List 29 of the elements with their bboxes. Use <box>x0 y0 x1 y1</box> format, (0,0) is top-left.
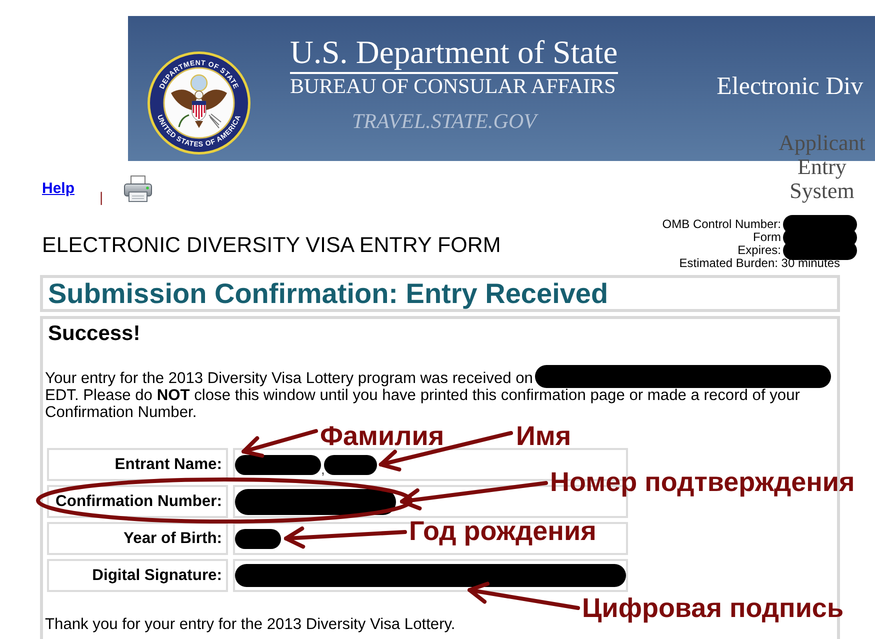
site-name: TRAVEL.STATE.GOV <box>352 109 536 133</box>
printer-icon[interactable] <box>123 175 154 203</box>
annotation-label: Фамилия <box>320 423 444 450</box>
redaction-mark <box>235 528 281 548</box>
success-title: Success! <box>48 322 142 346</box>
page-heading: Submission Confirmation: Entry Received <box>48 279 610 309</box>
system-title: Electronic Div <box>716 72 864 102</box>
field-label: Entrant Name: <box>47 448 228 481</box>
field-label: Confirmation Number: <box>47 485 228 518</box>
annotation-label: Год рождения <box>409 518 596 545</box>
message-text: Your entry for the 2013 Diversity Visa Lottery program was received on <box>45 370 533 387</box>
help-link[interactable]: Help <box>42 180 75 198</box>
message-text: EDT. Please do NOT close this window until you have printed this confirmation page or made a record of your Confirmation Number. <box>45 387 801 421</box>
redaction-mark <box>324 454 377 474</box>
name-separator: , <box>321 462 325 476</box>
form-title: ELECTRONIC DIVERSITY VISA ENTRY FORM <box>42 233 501 257</box>
annotation-label: Имя <box>516 423 572 450</box>
closing-text: Thank you for your entry for the 2013 Diversity Visa Lottery. <box>45 616 456 633</box>
annotation-label: Цифровая подпись <box>582 595 844 622</box>
separator: | <box>100 189 104 205</box>
field-label: Year of Birth: <box>47 522 228 555</box>
banner-subtitle: BUREAU OF CONSULAR AFFAIRS <box>290 75 616 97</box>
omb-label: OMB Control Number: <box>662 218 781 231</box>
field-label: Digital Signature: <box>47 559 228 592</box>
omb-label: Expires: <box>738 244 781 257</box>
omb-label: Form <box>753 231 781 244</box>
annotation-label: Номер подтверждения <box>550 469 855 496</box>
side-title: Applicant Entry System <box>778 131 866 203</box>
banner-title: U.S. Department of State <box>290 36 618 71</box>
